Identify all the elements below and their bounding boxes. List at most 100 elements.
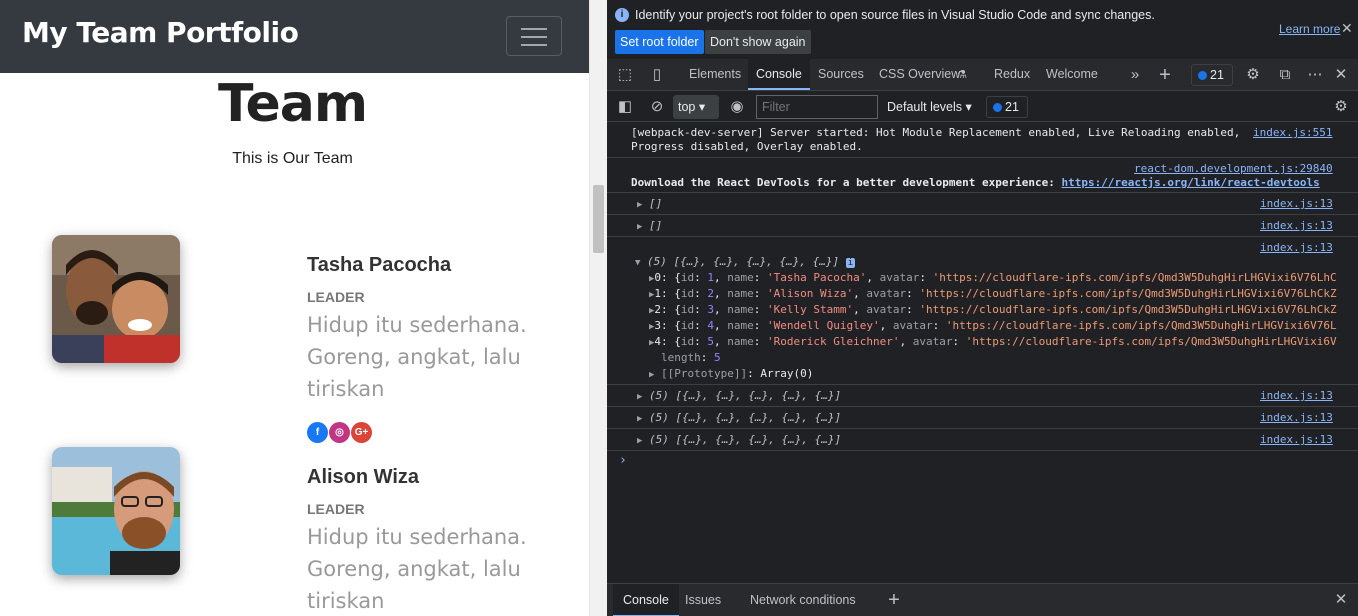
source-link[interactable]: index.js:13 — [1260, 241, 1333, 254]
drawer-tab-network-conditions[interactable]: Network conditions — [740, 584, 866, 616]
array-entry[interactable]: ▶3: {id: 4, name: 'Wendell Quigley', ava… — [649, 319, 1337, 332]
page-scrollbar[interactable] — [589, 0, 607, 616]
more-options-icon[interactable]: ⋯ — [1305, 65, 1325, 85]
tab-redux[interactable]: Redux — [986, 59, 1038, 90]
expand-triangle-icon[interactable]: ▶ — [649, 370, 654, 380]
drawer-tab-issues[interactable]: Issues — [675, 584, 731, 616]
clear-console-icon[interactable]: ⊘ — [647, 97, 667, 117]
entry-id: 4 — [707, 319, 715, 332]
log-levels-select[interactable]: Default levels ▾ — [887, 95, 972, 119]
entry-index: 3 — [654, 319, 662, 332]
expand-triangle-icon[interactable]: ▶ — [637, 200, 642, 210]
info-badge-icon[interactable]: i — [845, 258, 856, 268]
navbar-brand[interactable]: My Team Portfolio — [22, 16, 299, 49]
array-entry[interactable]: ▶4: {id: 5, name: 'Roderick Gleichner', … — [649, 335, 1337, 348]
devtools-tabbar: ⬚ ▯ Elements Console Sources CSS Overvie… — [607, 59, 1358, 91]
console-text: ▶ (5) [{…}, {…}, {…}, {…}, {…}] — [637, 411, 841, 424]
member-name: Tasha Pacocha — [307, 254, 452, 276]
array-summary: [] — [649, 219, 663, 232]
learn-more-link[interactable]: Learn more — [1279, 22, 1340, 36]
filter-input[interactable] — [756, 95, 878, 119]
tab-sources[interactable]: Sources — [810, 59, 872, 90]
collapse-triangle-icon[interactable]: ▼ — [635, 258, 640, 268]
entry-index: 1 — [654, 287, 662, 300]
more-tabs-icon[interactable]: » — [1125, 65, 1145, 85]
set-root-folder-button[interactable]: Set root folder — [615, 30, 704, 54]
expand-triangle-icon[interactable]: ▶ — [637, 222, 642, 232]
tab-console[interactable]: Console — [748, 59, 810, 90]
page-scrollbar-thumb[interactable] — [593, 185, 604, 253]
tab-welcome[interactable]: Welcome — [1038, 59, 1106, 90]
tab-elements[interactable]: Elements — [681, 59, 749, 90]
array-summary: (5) [{…}, {…}, {…}, {…}, {…}] — [649, 389, 842, 402]
drawer-tab-console[interactable]: Console — [613, 584, 679, 616]
device-toolbar-icon[interactable]: ▯ — [647, 65, 667, 85]
console-text: Download the React DevTools for a better… — [631, 176, 1320, 189]
source-link[interactable]: index.js:13 — [1260, 411, 1333, 424]
console-message: [webpack-dev-server] Server started: Hot… — [607, 123, 1358, 158]
array-prototype[interactable]: ▶ [[Prototype]]: Array(0) — [649, 367, 813, 380]
console-log-row-expanded[interactable]: index.js:13 ▼ (5) [{…}, {…}, {…}, {…}, {… — [607, 237, 1358, 385]
close-icon[interactable]: ✕ — [1341, 20, 1353, 37]
source-link[interactable]: index.js:13 — [1260, 197, 1333, 210]
console-text: Progress disabled, Overlay enabled. — [631, 140, 863, 153]
expand-triangle-icon[interactable]: ▶ — [637, 392, 642, 402]
inspect-element-icon[interactable]: ⬚ — [615, 65, 635, 85]
console-log-row[interactable]: ▶ (5) [{…}, {…}, {…}, {…}, {…}] index.js… — [607, 407, 1358, 429]
react-message: Download the React DevTools for a better… — [631, 176, 1062, 189]
source-link[interactable]: react-dom.development.js:29840 — [1134, 162, 1333, 175]
navbar-toggler-button[interactable] — [506, 16, 562, 56]
app-viewport: My Team Portfolio Team This is Our Team — [0, 0, 589, 616]
source-link[interactable]: index.js:13 — [1260, 389, 1333, 402]
entry-avatar: 'https://cloudflare-ipfs.com/ipfs/Qmd3W5… — [945, 319, 1337, 332]
settings-gear-icon[interactable]: ⚙ — [1243, 65, 1263, 85]
entry-index: 2 — [654, 303, 662, 316]
console-log-row[interactable]: ▶ (5) [{…}, {…}, {…}, {…}, {…}] index.js… — [607, 385, 1358, 407]
console-prompt-icon[interactable]: › — [619, 453, 627, 468]
entry-id: 1 — [707, 271, 715, 284]
entry-id: 2 — [707, 287, 715, 300]
customize-icon[interactable]: ⧉ — [1275, 65, 1295, 85]
console-settings-gear-icon[interactable]: ⚙ — [1331, 97, 1351, 117]
entry-index: 0 — [654, 271, 662, 284]
issues-icon — [993, 103, 1002, 112]
member-quote: Hidup itu sederhana. Goreng, angkat, lal… — [307, 313, 527, 401]
dont-show-again-button[interactable]: Don't show again — [705, 30, 811, 54]
context-select[interactable]: top ▾ — [673, 95, 719, 119]
close-devtools-icon[interactable]: ✕ — [1331, 65, 1351, 85]
console-log-row[interactable]: ▶ [] index.js:13 — [607, 193, 1358, 215]
issues-icon — [1198, 71, 1207, 80]
live-expression-eye-icon[interactable]: ◉ — [727, 97, 747, 117]
entry-avatar: 'https://cloudflare-ipfs.com/ipfs/Qmd3W5… — [919, 303, 1337, 316]
console-log-row[interactable]: ▶ [] index.js:13 — [607, 215, 1358, 237]
issues-count: 21 — [1210, 68, 1224, 82]
add-drawer-tab-icon[interactable]: + — [884, 590, 904, 610]
array-entry[interactable]: ▶1: {id: 2, name: 'Alison Wiza', avatar:… — [649, 287, 1337, 300]
instagram-icon[interactable]: ◎ — [329, 422, 350, 443]
array-summary: (5) [{…}, {…}, {…}, {…}, {…}] — [649, 433, 842, 446]
expand-triangle-icon[interactable]: ▶ — [637, 414, 642, 424]
issues-counter-toolbar[interactable]: 21 — [986, 96, 1028, 118]
console-text: ▶ (5) [{…}, {…}, {…}, {…}, {…}] — [637, 433, 841, 446]
page-title: Team — [217, 74, 368, 134]
member-name: Alison Wiza — [307, 466, 420, 488]
array-length: length: 5 — [661, 351, 721, 364]
close-drawer-icon[interactable]: ✕ — [1331, 590, 1351, 610]
entry-name: 'Wendell Quigley' — [767, 319, 880, 332]
sidebar-toggle-icon[interactable]: ◧ — [615, 97, 635, 117]
facebook-icon[interactable]: f — [307, 422, 328, 443]
console-log-row[interactable]: ▶ (5) [{…}, {…}, {…}, {…}, {…}] index.js… — [607, 429, 1358, 451]
array-entry[interactable]: ▶2: {id: 3, name: 'Kelly Stamm', avatar:… — [649, 303, 1337, 316]
react-devtools-link[interactable]: https://reactjs.org/link/react-devtools — [1061, 176, 1319, 189]
devtools-panel: i Identify your project's root folder to… — [607, 0, 1358, 616]
add-tab-icon[interactable]: + — [1155, 65, 1175, 85]
issues-count: 21 — [1005, 100, 1019, 114]
length-label: length — [661, 351, 701, 364]
array-entry[interactable]: ▶0: {id: 1, name: 'Tasha Pacocha', avata… — [649, 271, 1337, 284]
issues-counter[interactable]: 21 — [1191, 64, 1233, 86]
source-link[interactable]: index.js:13 — [1260, 433, 1333, 446]
expand-triangle-icon[interactable]: ▶ — [637, 436, 642, 446]
google-plus-icon[interactable]: G+ — [351, 422, 372, 443]
source-link[interactable]: index.js:13 — [1260, 219, 1333, 232]
source-link[interactable]: index.js:551 — [1253, 126, 1332, 139]
